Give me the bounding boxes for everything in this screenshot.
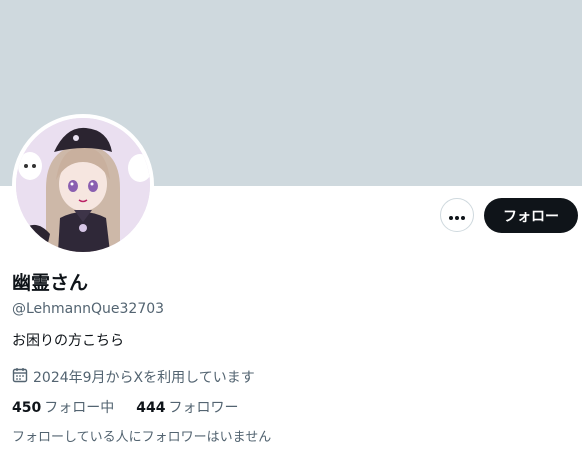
joined-date: 2024年9月からXを利用しています — [12, 367, 255, 388]
followers-link[interactable]: 444 フォロワー — [136, 399, 238, 417]
profile-bio: お困りの方こちら — [12, 333, 124, 349]
followers-you-know-note: フォローしている人にフォロワーはいません — [12, 430, 272, 445]
follow-button[interactable]: フォロー — [484, 198, 578, 233]
user-handle: @LehmannQue32703 — [12, 301, 165, 317]
following-count: 450 — [12, 400, 42, 416]
follow-stats: 450 フォロー中 444 フォロワー — [12, 399, 260, 417]
following-label: フォロー中 — [44, 400, 115, 416]
display-name: 幽霊さん — [12, 272, 89, 294]
more-options-button[interactable] — [440, 198, 474, 232]
followers-count: 444 — [136, 400, 166, 416]
calendar-icon — [12, 367, 33, 388]
more-horizontal-icon — [448, 206, 466, 225]
following-link[interactable]: 450 フォロー中 — [12, 399, 114, 417]
followers-label: フォロワー — [168, 400, 239, 416]
profile-avatar[interactable] — [12, 114, 154, 256]
joined-text: 2024年9月からXを利用しています — [33, 369, 255, 386]
